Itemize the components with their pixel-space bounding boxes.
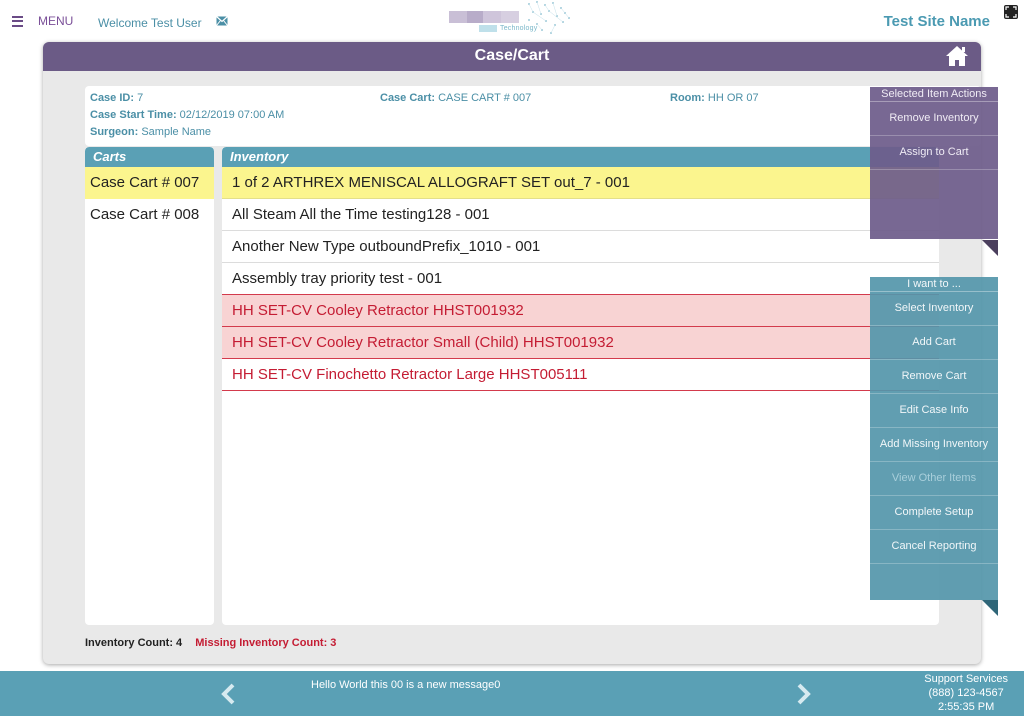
- carts-heading: Carts: [85, 147, 214, 167]
- logo-text: Technology: [500, 25, 538, 32]
- current-time: 2:55:35 PM: [937, 701, 995, 713]
- panel-fold: [982, 600, 998, 616]
- surgeon-field: Surgeon: Sample Name: [90, 126, 211, 138]
- home-icon[interactable]: [945, 45, 969, 67]
- room-field: Room: HH OR 07: [670, 92, 759, 104]
- add-cart-button[interactable]: Add Cart: [870, 326, 998, 360]
- room-value: HH OR 07: [707, 92, 759, 104]
- company-logo: [449, 1, 570, 34]
- chevron-right-icon[interactable]: [793, 683, 813, 705]
- chevron-left-icon[interactable]: [219, 683, 239, 705]
- footer-bar: Hello World this 00 is a new message0 Su…: [0, 671, 1024, 716]
- menu-icon: [12, 15, 23, 27]
- cancel-reporting-button[interactable]: Cancel Reporting: [870, 530, 998, 564]
- selected-item-actions: Selected Item Actions Remove Inventory A…: [870, 87, 998, 239]
- case-cart-label: Case Cart:: [380, 92, 436, 104]
- case-cart-panel: Case/Cart Case ID: 7 Case Start Time: 02…: [43, 42, 981, 664]
- site-name: Test Site Name: [883, 13, 990, 30]
- view-other-items-button: View Other Items: [870, 462, 998, 496]
- case-id-field: Case ID: 7: [90, 92, 143, 104]
- case-id-value: 7: [137, 92, 144, 104]
- surgeon-label: Surgeon:: [90, 126, 139, 138]
- case-info-card: Case ID: 7 Case Start Time: 02/12/2019 0…: [85, 86, 981, 146]
- inventory-row[interactable]: 1 of 2 ARTHREX MENISCAL ALLOGRAFT SET ou…: [222, 167, 939, 199]
- inventory-list: Inventory 1 of 2 ARTHREX MENISCAL ALLOGR…: [222, 147, 939, 625]
- expand-icon[interactable]: [1004, 5, 1018, 19]
- carts-list: Carts Case Cart # 007 Case Cart # 008: [85, 147, 214, 625]
- inventory-row[interactable]: Assembly tray priority test - 001: [222, 263, 939, 295]
- case-start-label: Case Start Time:: [90, 109, 177, 121]
- panel-fold: [982, 240, 998, 256]
- menu-button[interactable]: MENU: [12, 14, 73, 28]
- panel-header: Case/Cart: [43, 42, 981, 71]
- complete-setup-button[interactable]: Complete Setup: [870, 496, 998, 530]
- inventory-count: Inventory Count: 4: [85, 637, 183, 649]
- support-phone: (888) 123-4567: [928, 687, 1004, 699]
- inventory-row[interactable]: Another New Type outboundPrefix_1010 - 0…: [222, 231, 939, 263]
- room-label: Room:: [670, 92, 705, 104]
- case-id-label: Case ID:: [90, 92, 135, 104]
- selected-actions-heading: Selected Item Actions: [870, 87, 998, 102]
- missing-inventory-row[interactable]: HH SET-CV Finochetto Retractor Large HHS…: [222, 359, 939, 391]
- case-cart-field: Case Cart: CASE CART # 007: [380, 92, 531, 104]
- cart-item[interactable]: Case Cart # 008: [85, 199, 214, 231]
- support-info: Support Services (888) 123-4567 2:55:35 …: [924, 672, 1008, 714]
- mail-icon[interactable]: [216, 16, 228, 26]
- surgeon-value: Sample Name: [141, 126, 212, 138]
- remove-cart-button[interactable]: Remove Cart: [870, 360, 998, 394]
- want-actions-heading: I want to ...: [870, 277, 998, 292]
- page-title: Case/Cart: [474, 47, 550, 64]
- support-title: Support Services: [924, 673, 1008, 685]
- top-bar: MENU Welcome Test User Technology Test S…: [0, 0, 1024, 42]
- counts-bar: Inventory Count: 4 Missing Inventory Cou…: [85, 637, 336, 649]
- i-want-to-actions: I want to ... Select Inventory Add Cart …: [870, 277, 998, 600]
- select-inventory-button[interactable]: Select Inventory: [870, 292, 998, 326]
- case-start-value: 02/12/2019 07:00 AM: [179, 109, 285, 121]
- missing-inventory-row[interactable]: HH SET-CV Cooley Retractor Small (Child)…: [222, 327, 939, 359]
- edit-case-info-button[interactable]: Edit Case Info: [870, 394, 998, 428]
- welcome-text: Welcome Test User: [98, 16, 202, 30]
- menu-label: MENU: [38, 14, 74, 28]
- remove-inventory-button[interactable]: Remove Inventory: [870, 102, 998, 136]
- assign-to-cart-button[interactable]: Assign to Cart: [870, 136, 998, 170]
- add-missing-inventory-button[interactable]: Add Missing Inventory: [870, 428, 998, 462]
- case-start-field: Case Start Time: 02/12/2019 07:00 AM: [90, 109, 284, 121]
- cart-item[interactable]: Case Cart # 007: [85, 167, 214, 199]
- inventory-heading: Inventory: [222, 147, 939, 167]
- missing-inventory-count: Missing Inventory Count: 3: [195, 637, 337, 649]
- footer-message: Hello World this 00 is a new message0: [311, 679, 501, 691]
- case-cart-value: CASE CART # 007: [438, 92, 532, 104]
- missing-inventory-row[interactable]: HH SET-CV Cooley Retractor HHST001932: [222, 295, 939, 327]
- inventory-row[interactable]: All Steam All the Time testing128 - 001: [222, 199, 939, 231]
